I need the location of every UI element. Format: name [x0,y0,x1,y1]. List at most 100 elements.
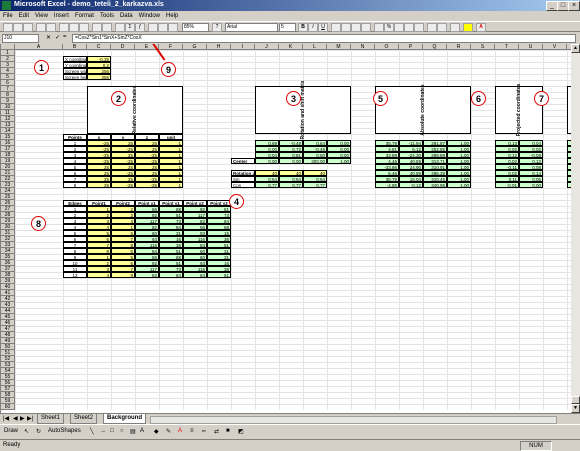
tab-nav-prev-icon[interactable]: ◀ [13,415,18,422]
menu-window[interactable]: Window [136,11,163,21]
italic-icon[interactable]: I [308,23,318,32]
currency-icon[interactable] [374,23,384,32]
edge-coordinate[interactable]: 51 [207,272,231,278]
decrease-decimal-icon[interactable] [414,23,424,32]
function-icon[interactable]: ƒ [135,23,145,32]
tab-sheet2[interactable]: Sheet2 [70,414,98,424]
chart-wizard-icon[interactable] [158,23,168,32]
point-index[interactable]: 8 [63,182,87,188]
point-coordinate[interactable]: 25 [87,182,111,188]
tab-nav-next-icon[interactable]: ▶ [20,415,25,422]
save-icon[interactable] [23,23,33,32]
center-label[interactable]: Center [231,158,255,164]
increase-indent-icon[interactable] [437,23,447,32]
cos-value[interactable]: 0,77 [279,182,303,188]
redo-icon[interactable] [102,23,112,32]
arrow-icon[interactable]: → [100,428,106,434]
paste-icon[interactable] [79,23,89,32]
menu-data[interactable]: Data [117,11,136,21]
undo-icon[interactable] [92,23,102,32]
menu-help[interactable]: Help [163,11,181,21]
point-coordinate[interactable]: 1 [159,182,183,188]
help-icon[interactable]: ? [212,23,222,32]
cos-value[interactable]: 0,77 [255,182,279,188]
edge-coordinate[interactable]: 82 [135,272,159,278]
enter-check-icon[interactable]: ✓ [55,34,60,41]
arrow-style-icon[interactable]: ⇄ [214,428,219,435]
draw-select-icon[interactable]: ↖ [24,428,29,435]
borders-icon[interactable] [450,23,460,32]
decrease-indent-icon[interactable] [427,23,437,32]
name-box[interactable]: J10 [2,34,39,43]
tab-sheet1[interactable]: Sheet1 [37,414,65,424]
print-icon[interactable] [36,23,46,32]
fill-color-draw-icon[interactable]: ◆ [154,428,159,435]
fx-icon[interactable]: = [63,34,67,40]
rectangle-icon[interactable]: □ [110,428,114,434]
font-color-draw-icon[interactable]: A [178,428,182,434]
menu-insert[interactable]: Insert [51,11,72,21]
line-color-icon[interactable]: ✎ [166,428,171,435]
autoshapes-menu[interactable]: AutoShapes [48,428,81,434]
new-icon[interactable] [3,23,13,32]
param-value[interactable]: 256 [87,74,111,80]
horizontal-scrollbar[interactable] [150,416,557,424]
cut-icon[interactable] [59,23,69,32]
param-label[interactable]: Screen height [63,74,87,80]
matrix-cell[interactable]: 0,00 [279,158,303,164]
edge-point-ref[interactable]: 8 [111,272,135,278]
cos-value[interactable]: 0,77 [303,182,327,188]
line-style-icon[interactable]: ≡ [190,428,194,434]
oval-icon[interactable]: ○ [120,428,124,434]
absolute-coordinate[interactable]: 340,95 [423,182,447,188]
align-left-icon[interactable] [331,23,341,32]
projected-coordinate[interactable]: -0,01 [495,182,519,188]
percent-icon[interactable]: % [384,23,394,32]
point-coordinate[interactable]: -25 [135,182,159,188]
edge-index[interactable]: 12 [63,272,87,278]
zoom-select[interactable]: 85% [182,23,209,32]
underline-icon[interactable]: U [318,23,328,32]
menu-format[interactable]: Format [72,11,97,21]
matrix-cell[interactable]: 300,00 [303,158,327,164]
copy-icon[interactable] [69,23,79,32]
cos-label[interactable]: Cos [231,182,255,188]
merge-center-icon[interactable] [361,23,371,32]
point-coordinate[interactable]: -25 [111,182,135,188]
preview-icon[interactable] [46,23,56,32]
absolute-coordinate[interactable]: -4,85 [375,182,399,188]
scroll-down-icon[interactable]: ▼ [571,404,580,413]
draw-rotate-icon[interactable]: ↻ [36,428,41,435]
menu-view[interactable]: View [32,11,51,21]
cancel-x-icon[interactable]: ✕ [46,34,51,41]
textbox-icon[interactable]: ▤ [130,428,136,435]
align-right-icon[interactable] [351,23,361,32]
sort-icon[interactable] [148,23,158,32]
absolute-coordinate[interactable]: 1,00 [447,182,471,188]
menu-tools[interactable]: Tools [97,11,117,21]
tab-background[interactable]: Background [103,414,147,424]
tab-nav-last-icon[interactable]: ▶| [27,415,33,422]
scroll-thumb[interactable] [571,396,580,404]
menu-edit[interactable]: Edit [16,11,32,21]
wordart-icon[interactable]: A [140,428,144,434]
comma-icon[interactable] [394,23,404,32]
absolute-coordinate[interactable]: -0,12 [399,182,423,188]
matrix-cell[interactable]: 0,00 [255,158,279,164]
line-icon[interactable]: ╲ [90,428,94,435]
close-button[interactable]: × [568,1,580,11]
dash-style-icon[interactable]: ┅ [202,428,206,435]
3d-icon[interactable]: ◩ [238,428,244,435]
projected-coordinate[interactable]: 0,00 [519,182,543,188]
increase-decimal-icon[interactable] [404,23,414,32]
hyperlink-icon[interactable] [115,23,125,32]
font-size-select[interactable]: 5 [279,23,296,32]
align-center-icon[interactable] [341,23,351,32]
drawing-icon[interactable] [168,23,178,32]
autosum-icon[interactable]: Σ [125,23,135,32]
formula-input[interactable]: =CosZ*Sin1*SinX+SinZ*CosX [72,34,576,43]
font-select[interactable]: Arial [225,23,278,32]
shadow-icon[interactable]: ■ [226,428,230,434]
open-icon[interactable] [13,23,23,32]
vertical-scrollbar[interactable]: ▲ ▼ [571,44,580,413]
